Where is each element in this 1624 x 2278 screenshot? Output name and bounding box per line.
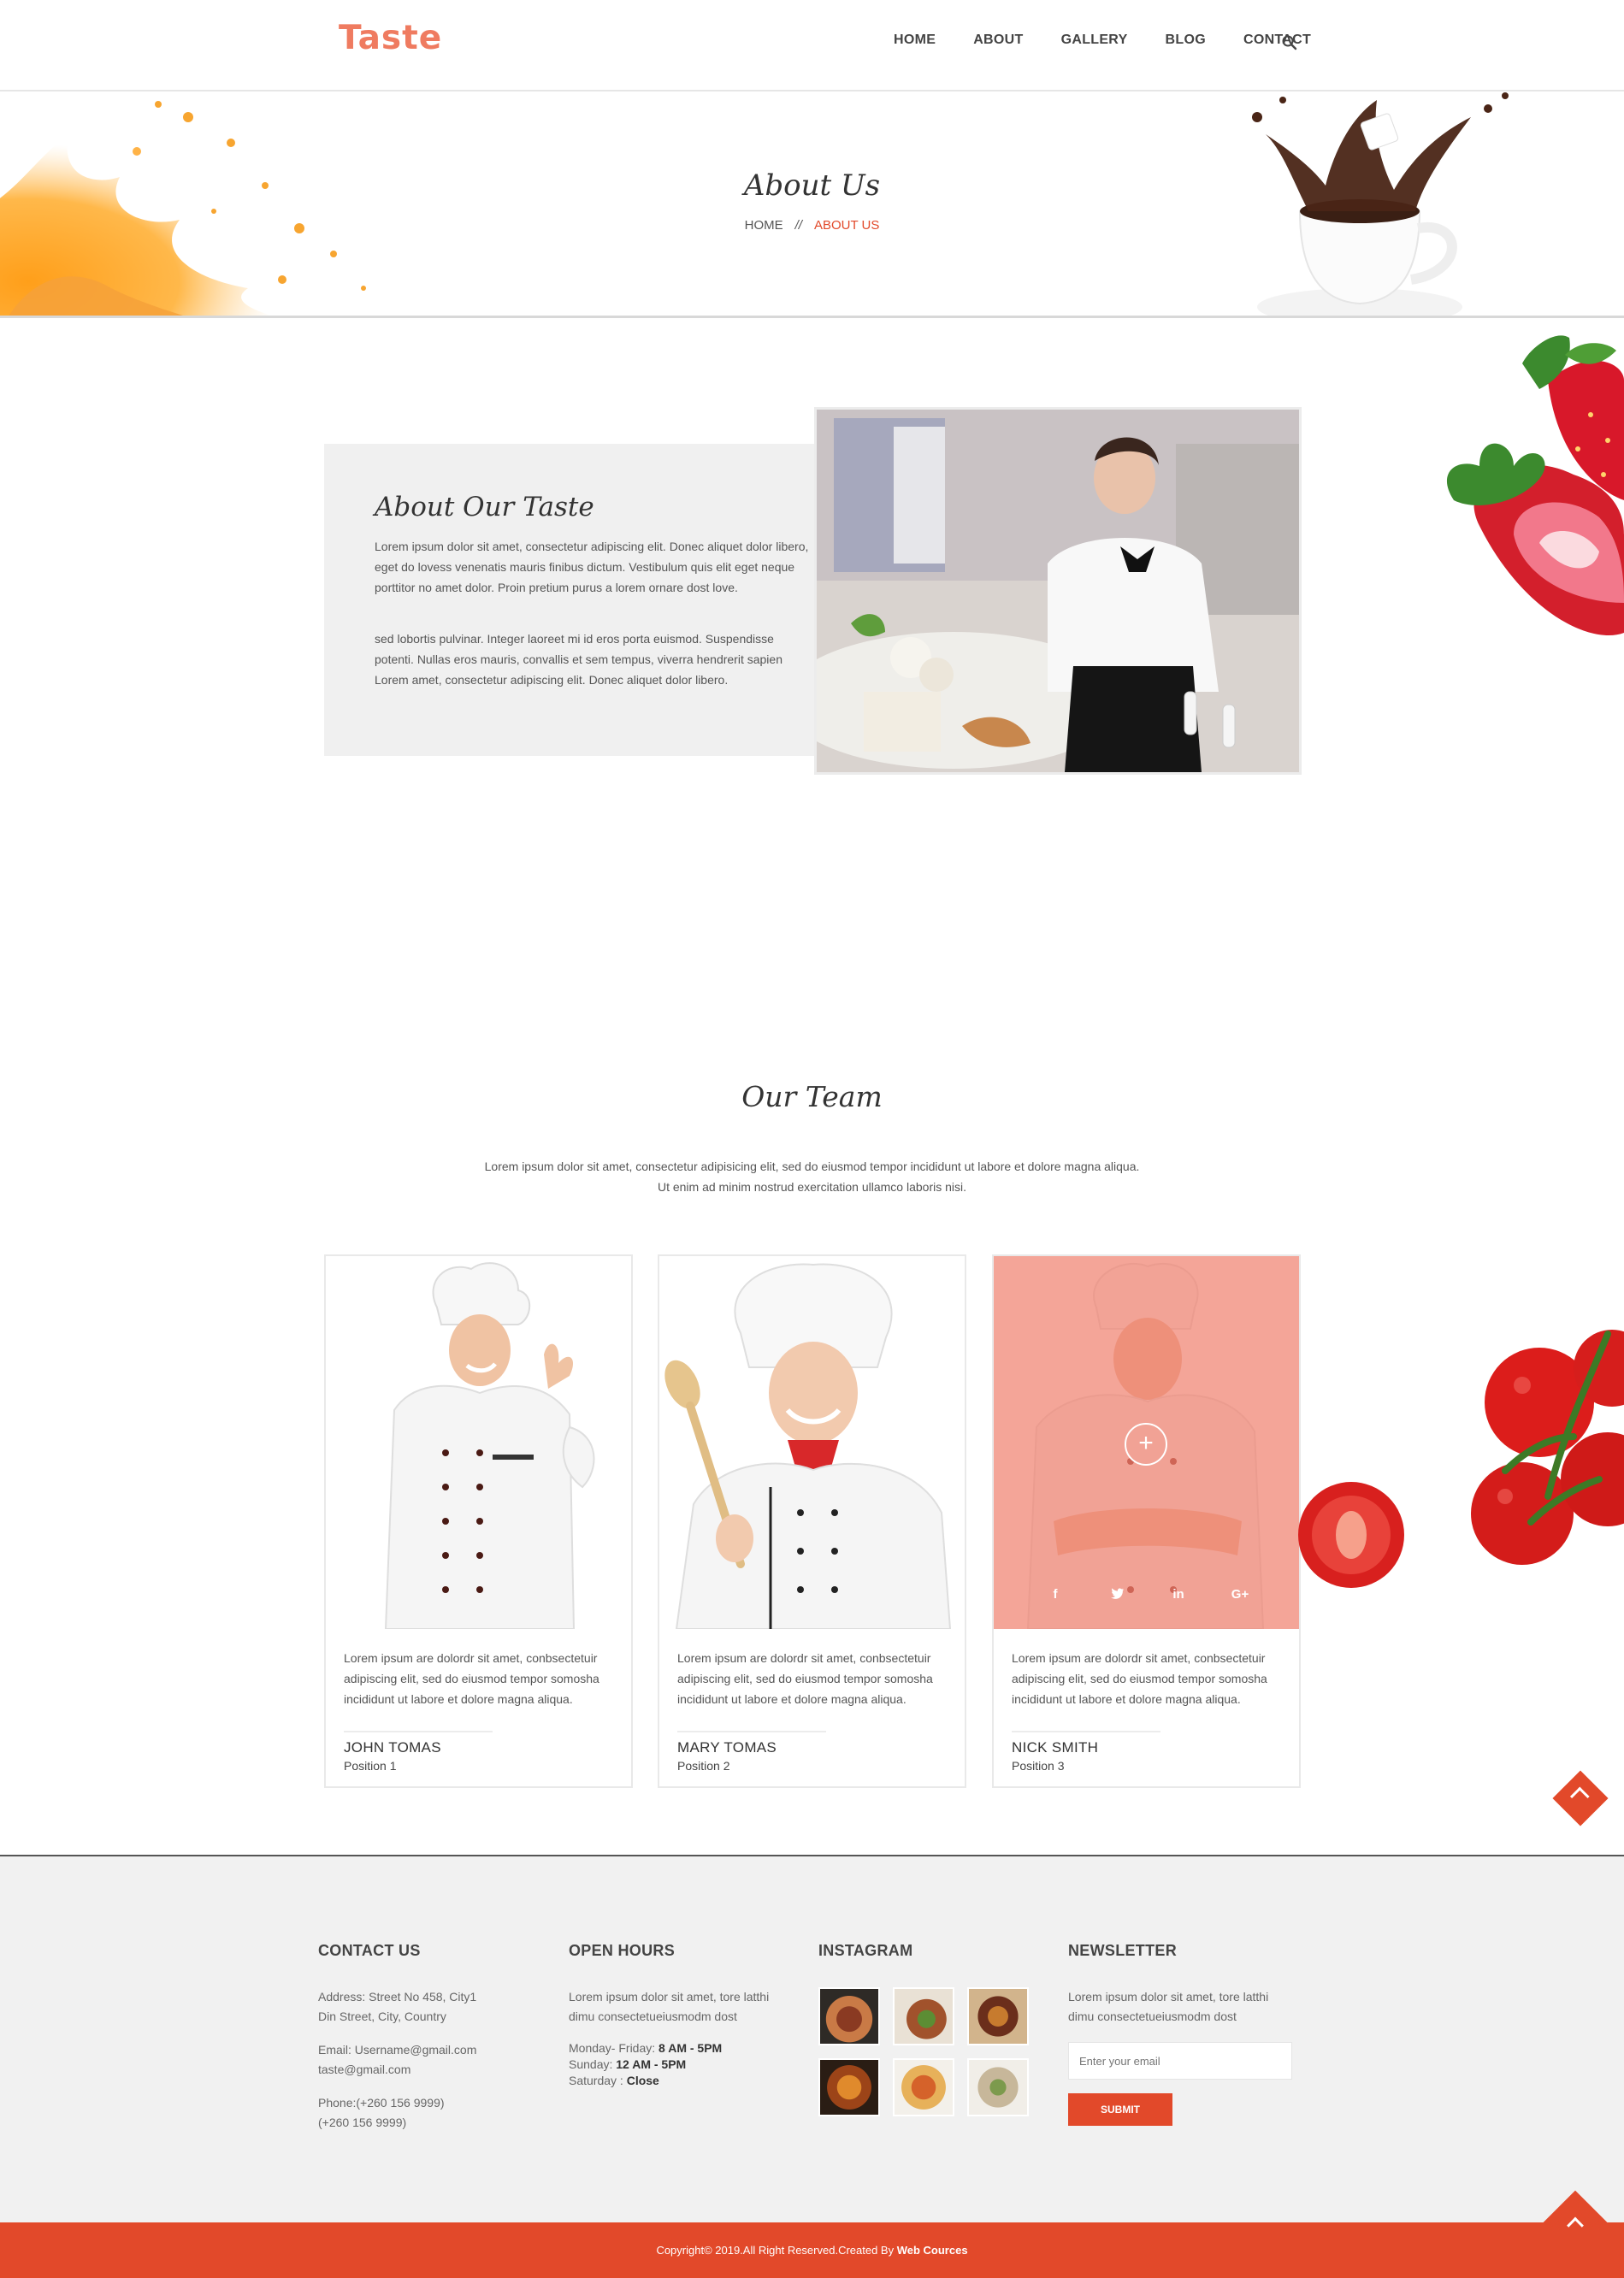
chevron-up-icon bbox=[1569, 1786, 1590, 1807]
linkedin-icon[interactable]: in bbox=[1168, 1587, 1189, 1604]
team-intro-line-2: Ut enim ad minim nostrud exercitation ul… bbox=[657, 1180, 967, 1194]
footer-hours: OPEN HOURS Lorem ipsum dolor sit amet, t… bbox=[569, 1942, 769, 2089]
footer-email-1[interactable]: Email: Username@gmail.com bbox=[318, 2040, 476, 2060]
orange-juice-splash-image bbox=[0, 101, 366, 316]
twitter-icon[interactable] bbox=[1107, 1587, 1127, 1604]
member-name-2[interactable]: MARY TOMAS bbox=[677, 1739, 777, 1756]
footer-contact-heading: CONTACT US bbox=[318, 1942, 421, 1959]
team-card-1[interactable]: Lorem ipsum are dolordr sit amet, conbse… bbox=[324, 1254, 633, 1788]
member-name-3[interactable]: NICK SMITH bbox=[1012, 1739, 1098, 1756]
divider bbox=[1012, 1731, 1160, 1732]
chef-photo-1 bbox=[326, 1256, 631, 1629]
footer-hours-heading: OPEN HOURS bbox=[569, 1942, 676, 1959]
breadcrumb: HOME // ABOUT US bbox=[0, 218, 1624, 233]
chef-photo-3: + f in G+ bbox=[994, 1256, 1299, 1629]
about-paragraph-2: sed lobortis pulvinar. Integer laoreet m… bbox=[375, 632, 782, 687]
member-position-1: Position 1 bbox=[344, 1759, 397, 1773]
instagram-thumbnail[interactable] bbox=[893, 1987, 954, 2045]
nav-gallery[interactable]: GALLERY bbox=[1061, 32, 1128, 48]
footer-contact: CONTACT US Address: Street No 458, City1… bbox=[318, 1942, 476, 2133]
copyright-brand-link[interactable]: Web Cources bbox=[897, 2244, 968, 2257]
newsletter-desc-2: dimu consectetueiusmodm dost bbox=[1068, 2009, 1237, 2023]
instagram-thumbnail[interactable] bbox=[967, 1987, 1029, 2045]
site-logo[interactable]: Taste bbox=[339, 19, 442, 57]
page-title: About Us bbox=[743, 168, 881, 203]
strawberry-image bbox=[1446, 335, 1624, 636]
hours-sunday: Sunday: 12 AM - 5PM bbox=[569, 2057, 769, 2073]
hours-saturday-label: Saturday : bbox=[569, 2074, 627, 2087]
about-paragraph-1: Lorem ipsum dolor sit amet, consectetur … bbox=[375, 540, 809, 594]
footer-hours-desc-2: dimu consectetueiusmodm dost bbox=[569, 2009, 737, 2023]
chef-photo-2 bbox=[659, 1256, 965, 1629]
instagram-thumbnail[interactable] bbox=[967, 2058, 1029, 2116]
waitress-photo bbox=[814, 407, 1302, 775]
member-bio-3: Lorem ipsum are dolordr sit amet, conbse… bbox=[1012, 1651, 1267, 1706]
hours-saturday: Saturday : Close bbox=[569, 2073, 769, 2089]
search-icon[interactable] bbox=[1281, 34, 1298, 51]
instagram-thumbnail[interactable] bbox=[818, 1987, 880, 2045]
footer-instagram-heading: INSTAGRAM bbox=[818, 1942, 913, 1959]
member-position-3: Position 3 bbox=[1012, 1759, 1065, 1773]
newsletter-submit-button[interactable]: SUBMIT bbox=[1068, 2093, 1172, 2126]
team-heading: Our Team bbox=[741, 1080, 883, 1113]
hours-sunday-label: Sunday: bbox=[569, 2057, 617, 2071]
footer-address-2: Din Street, City, Country bbox=[318, 2009, 446, 2023]
hours-sunday-value: 12 AM - 5PM bbox=[616, 2057, 687, 2071]
facebook-icon[interactable]: f bbox=[1045, 1587, 1066, 1604]
page-banner: About Us HOME // ABOUT US bbox=[0, 91, 1624, 318]
divider bbox=[677, 1731, 826, 1732]
nav-about[interactable]: ABOUT bbox=[973, 32, 1023, 48]
site-footer: CONTACT US Address: Street No 458, City1… bbox=[0, 1855, 1624, 2222]
site-header: Taste HOME ABOUT GALLERY BLOG CONTACT bbox=[0, 0, 1624, 91]
about-text-panel: About Our Taste Lorem ipsum dolor sit am… bbox=[324, 444, 863, 756]
nav-contact[interactable]: CONTACT bbox=[1243, 32, 1311, 48]
breadcrumb-home[interactable]: HOME bbox=[745, 218, 783, 233]
tomatoes-image bbox=[1298, 1330, 1624, 1588]
team-card-3[interactable]: + f in G+ Lorem ipsum are dolordr sit am… bbox=[992, 1254, 1301, 1788]
chevron-up-icon bbox=[1567, 2216, 1584, 2234]
copyright-bar: Copyright© 2019.All Right Reserved.Creat… bbox=[0, 2222, 1624, 2278]
footer-instagram: INSTAGRAM bbox=[818, 1942, 1029, 2116]
newsletter-email-input[interactable] bbox=[1068, 2042, 1292, 2080]
about-heading: About Our Taste bbox=[375, 492, 594, 522]
footer-email-2[interactable]: taste@gmail.com bbox=[318, 2060, 476, 2080]
instagram-thumbnail[interactable] bbox=[893, 2058, 954, 2116]
hours-weekday-value: 8 AM - 5PM bbox=[658, 2041, 723, 2055]
footer-phone-1: Phone:(+260 156 9999) bbox=[318, 2096, 445, 2110]
divider bbox=[344, 1731, 493, 1732]
hours-saturday-value: Close bbox=[626, 2074, 659, 2087]
team-card-2[interactable]: Lorem ipsum are dolordr sit amet, conbse… bbox=[658, 1254, 966, 1788]
hours-weekday-label: Monday- Friday: bbox=[569, 2041, 659, 2055]
coffee-cup-splash-image bbox=[1252, 92, 1509, 316]
nav-home[interactable]: HOME bbox=[894, 32, 936, 48]
member-social-links: f in G+ bbox=[1045, 1587, 1250, 1604]
member-bio-2: Lorem ipsum are dolordr sit amet, conbse… bbox=[677, 1651, 933, 1706]
instagram-grid bbox=[818, 1987, 1029, 2116]
team-intro-line-1: Lorem ipsum dolor sit amet, consectetur … bbox=[484, 1160, 1140, 1173]
newsletter-desc-1: Lorem ipsum dolor sit amet, tore latthi bbox=[1068, 1990, 1269, 2004]
member-name-1[interactable]: JOHN TOMAS bbox=[344, 1739, 441, 1756]
team-intro: Lorem ipsum dolor sit amet, consectetur … bbox=[0, 1156, 1624, 1197]
google-plus-icon[interactable]: G+ bbox=[1230, 1587, 1250, 1604]
hours-weekday: Monday- Friday: 8 AM - 5PM bbox=[569, 2040, 769, 2057]
member-bio-1: Lorem ipsum are dolordr sit amet, conbse… bbox=[344, 1651, 599, 1706]
footer-newsletter-heading: NEWSLETTER bbox=[1068, 1942, 1177, 1959]
breadcrumb-current: ABOUT US bbox=[813, 218, 880, 233]
plus-icon[interactable]: + bbox=[1125, 1423, 1167, 1466]
scroll-to-top-button[interactable] bbox=[1552, 1770, 1609, 1827]
footer-newsletter: NEWSLETTER Lorem ipsum dolor sit amet, t… bbox=[1068, 1942, 1292, 2126]
breadcrumb-separator: // bbox=[794, 218, 802, 233]
footer-hours-desc-1: Lorem ipsum dolor sit amet, tore latthi bbox=[569, 1990, 770, 2004]
nav-blog[interactable]: BLOG bbox=[1166, 32, 1206, 48]
copyright-text: Copyright© 2019.All Right Reserved.Creat… bbox=[656, 2244, 897, 2257]
instagram-thumbnail[interactable] bbox=[818, 2058, 880, 2116]
footer-phone-2: (+260 156 9999) bbox=[318, 2116, 407, 2129]
footer-address-1: Address: Street No 458, City1 bbox=[318, 1990, 477, 2004]
member-position-2: Position 2 bbox=[677, 1759, 730, 1773]
